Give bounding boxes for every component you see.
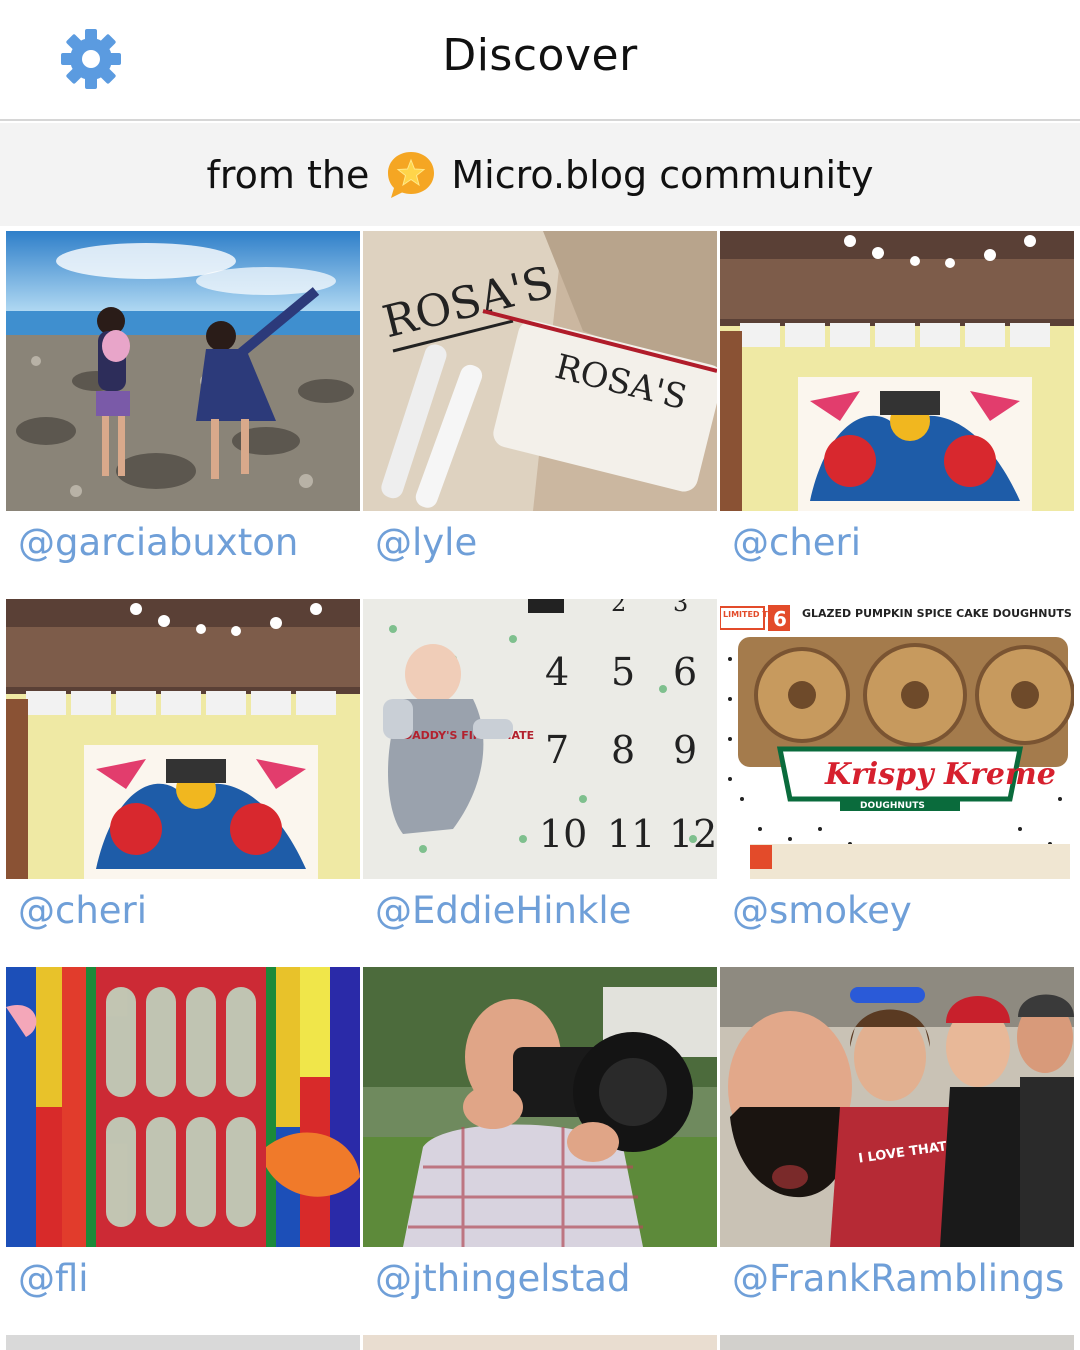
banner-community: Micro.blog community [451, 152, 874, 197]
photo-tile[interactable] [6, 231, 360, 511]
photo-tile[interactable] [6, 599, 360, 879]
count-label: 6 [773, 607, 787, 631]
banner-prefix: from the [206, 152, 370, 197]
milestone-number: 10 [539, 812, 587, 856]
milestone-number: 3 [673, 599, 688, 617]
photo-tile[interactable] [363, 1335, 717, 1350]
author-handle[interactable]: @garciabuxton [18, 521, 298, 564]
milestone-number: 4 [545, 650, 569, 694]
author-handle[interactable]: @EddieHinkle [375, 889, 631, 932]
nav-bar: Discover [0, 0, 1080, 121]
milestone-number: 11 [607, 812, 655, 856]
milestone-number: 1 [539, 599, 554, 617]
photo-tile[interactable] [720, 231, 1074, 511]
doughnuts-label: DOUGHNUTS [860, 801, 925, 811]
milestone-number: 2 [611, 599, 626, 617]
photo-tile[interactable]: ROSA'S ROSA'S [363, 231, 717, 511]
author-handle[interactable]: @smokey [732, 889, 912, 932]
milestone-number: 6 [673, 650, 697, 694]
photo-tile[interactable] [720, 1335, 1074, 1350]
photo-tile[interactable]: I LOVE THAT DIRTY WATER BOSTON [720, 967, 1074, 1247]
photo-beach [6, 231, 360, 511]
micro-blog-star-bubble-icon [388, 151, 435, 198]
photo-selfie: I LOVE THAT DIRTY WATER BOSTON [720, 967, 1074, 1247]
page-title: Discover [442, 30, 638, 81]
author-handle[interactable]: @jthingelstad [375, 1257, 630, 1300]
milestone-number: 12 [669, 812, 717, 856]
milestone-number: 5 [611, 650, 635, 694]
author-handle[interactable]: @cheri [18, 889, 147, 932]
author-handle[interactable]: @cheri [732, 521, 861, 564]
baby-shirt-text: DADDY'S FIRST MATE [403, 729, 534, 742]
photo-tile[interactable]: LIMITED TIME! 6 GLAZED PUMPKIN SPICE CAK… [720, 599, 1074, 879]
milestone-number: 9 [673, 728, 697, 772]
photo-door [6, 967, 360, 1247]
photo-tile[interactable]: 1 2 3 4 5 6 7 8 9 10 11 12 DADDY'S FIRST… [363, 599, 717, 879]
photo-tile[interactable] [6, 967, 360, 1247]
photo-doughnuts: LIMITED TIME! 6 GLAZED PUMPKIN SPICE CAK… [720, 599, 1074, 879]
author-handle[interactable]: @fli [18, 1257, 89, 1300]
brand-label: Krispy Kreme [824, 757, 1056, 792]
photo-tile[interactable] [363, 967, 717, 1247]
glazed-label: GLAZED PUMPKIN SPICE CAKE DOUGHNUTS [802, 607, 1072, 620]
author-handle[interactable]: @lyle [375, 521, 477, 564]
milestone-number: 8 [611, 728, 635, 772]
photo-mural [6, 599, 360, 879]
photo-baby: 1 2 3 4 5 6 7 8 9 10 11 12 DADDY'S FIRST… [363, 599, 717, 879]
community-banner: from the Micro.blog community [0, 123, 1080, 226]
photo-tile[interactable] [6, 1335, 360, 1350]
milestone-number: 7 [545, 728, 569, 772]
photo-photographer [363, 967, 717, 1247]
author-handle[interactable]: @FrankRamblings [732, 1257, 1064, 1300]
photo-sketchbook: ROSA'S ROSA'S [363, 231, 717, 511]
photo-mural [720, 231, 1074, 511]
